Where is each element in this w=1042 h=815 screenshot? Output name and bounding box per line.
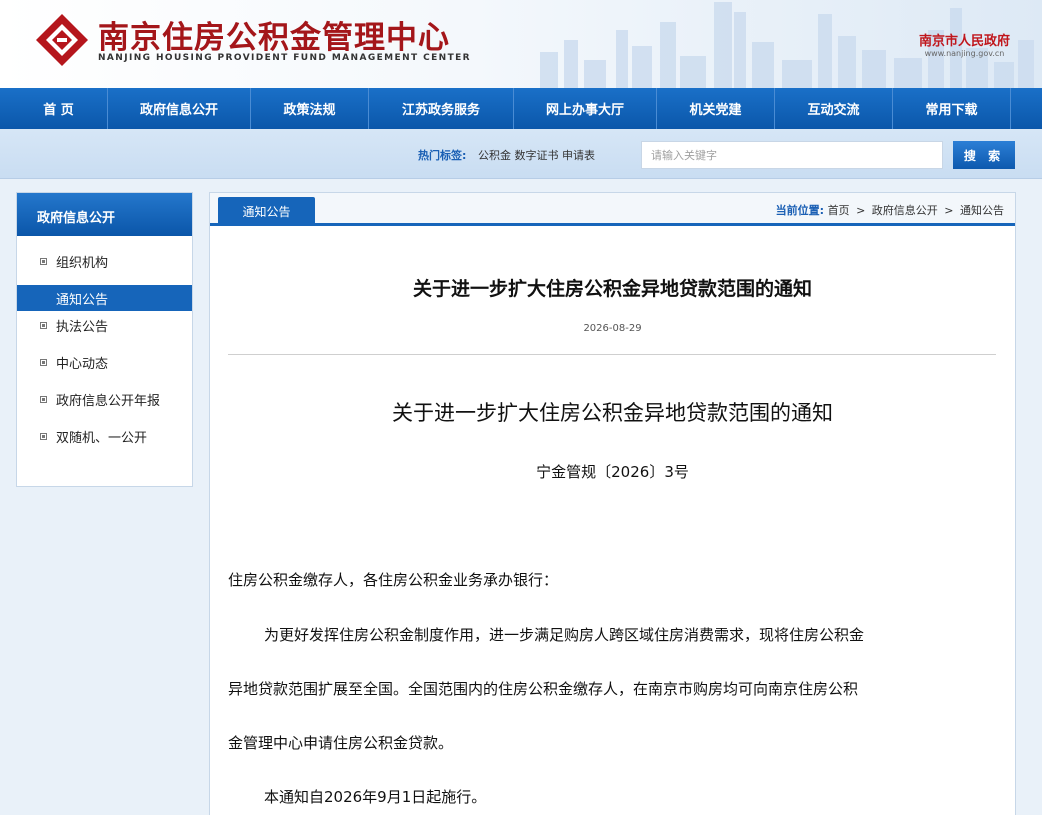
- tab-notices[interactable]: 通知公告: [218, 197, 315, 226]
- sidebar-item-enforcement[interactable]: 执法公告: [17, 312, 192, 338]
- nav-jiangsu-gov-service[interactable]: 江苏政务服务: [369, 88, 514, 129]
- nanjing-government-link[interactable]: 南京市人民政府 www.nanjing.gov.cn: [919, 30, 1010, 58]
- sidebar-item-center-news[interactable]: 中心动态: [17, 349, 192, 375]
- sidebar-item-notices[interactable]: 通知公告: [17, 285, 192, 311]
- square-bullet-icon: [40, 321, 47, 329]
- article-body-line: 为更好发挥住房公积金制度作用，进一步满足购房人跨区域住房消费需求，现将住房公积金: [264, 626, 865, 644]
- hot-tags[interactable]: 公积金 数字证书 申请表: [478, 147, 595, 163]
- breadcrumb-gov-info[interactable]: 政府信息公开: [872, 204, 938, 217]
- square-bullet-icon: [40, 257, 47, 265]
- breadcrumb-notices[interactable]: 通知公告: [960, 204, 1004, 217]
- breadcrumb-separator: >: [856, 204, 866, 217]
- breadcrumb-separator: >: [944, 204, 954, 217]
- nav-home[interactable]: 首 页: [10, 88, 108, 129]
- sidebar-title: 政府信息公开: [17, 193, 192, 236]
- search-input[interactable]: [641, 141, 943, 169]
- article-effective-date: 本通知自2026年9月1日起施行。: [264, 788, 487, 806]
- gov-name: 南京市人民政府: [918, 34, 1010, 49]
- breadcrumb-label: 当前位置:: [775, 204, 825, 217]
- document-number: 宁金管规〔2026〕3号: [536, 463, 689, 481]
- sidebar: 政府信息公开 组织机构 通知公告 执法公告 中心动态 政府信息公开年报 双随机、…: [16, 192, 193, 487]
- nav-downloads[interactable]: 常用下载: [893, 88, 1011, 129]
- article-body-line: 金管理中心申请住房公积金贷款。: [228, 734, 454, 752]
- search-button[interactable]: 搜 索: [953, 141, 1015, 169]
- sidebar-item-annual-report[interactable]: 政府信息公开年报: [17, 386, 192, 412]
- nav-interaction[interactable]: 互动交流: [775, 88, 893, 129]
- sidebar-item-label: 通知公告: [56, 292, 109, 308]
- nav-online-service-hall[interactable]: 网上办事大厅: [514, 88, 657, 129]
- site-header: 南京住房公积金管理中心 NANJING HOUSING PROVIDENT FU…: [0, 0, 1042, 88]
- article-body-line: 异地贷款范围扩展至全国。全国范围内的住房公积金缴存人，在南京市购房均可向南京住房…: [228, 680, 859, 698]
- sidebar-item-double-random[interactable]: 双随机、一公开: [17, 423, 192, 449]
- main-navigation: 首 页 政府信息公开 政策法规 江苏政务服务 网上办事大厅 机关党建 互动交流 …: [0, 88, 1042, 129]
- hot-tags-label: 热门标签:: [418, 149, 467, 162]
- breadcrumb-home[interactable]: 首页: [828, 204, 850, 217]
- article-title: 关于进一步扩大住房公积金异地贷款范围的通知: [412, 278, 812, 300]
- breadcrumb: 当前位置: 首页 > 政府信息公开 > 通知公告: [776, 202, 1004, 218]
- square-bullet-icon: [40, 395, 47, 403]
- document-title: 关于进一步扩大住房公积金异地贷款范围的通知: [392, 401, 833, 425]
- nav-party-building[interactable]: 机关党建: [657, 88, 775, 129]
- search-bar: 热门标签: 公积金 数字证书 申请表 搜 索: [0, 129, 1042, 179]
- sidebar-item-label: 中心动态: [56, 356, 109, 372]
- square-bullet-icon: [40, 358, 47, 366]
- article-date: 2026-08-29: [583, 323, 642, 334]
- nav-policies[interactable]: 政策法规: [251, 88, 369, 129]
- content-tabbar: 通知公告 当前位置: 首页 > 政府信息公开 > 通知公告: [210, 193, 1015, 226]
- sidebar-item-label: 组织机构: [56, 255, 109, 271]
- article-salutation: 住房公积金缴存人，各住房公积金业务承办银行：: [228, 571, 559, 589]
- sidebar-item-label: 执法公告: [56, 319, 109, 335]
- sidebar-item-label: 双随机、一公开: [56, 430, 148, 446]
- nanjing-hpf-logo: [36, 14, 88, 66]
- main-content: 通知公告 当前位置: 首页 > 政府信息公开 > 通知公告 关于进一步扩大住房公…: [209, 192, 1016, 815]
- sidebar-item-organization[interactable]: 组织机构: [17, 248, 192, 274]
- site-subtitle: NANJING HOUSING PROVIDENT FUND MANAGEMEN…: [98, 53, 471, 63]
- sidebar-item-label: 政府信息公开年报: [56, 393, 161, 409]
- gov-url: www.nanjing.gov.cn: [924, 49, 1005, 58]
- square-bullet-icon: [40, 432, 47, 440]
- site-title: 南京住房公积金管理中心: [98, 20, 450, 56]
- article-divider: [228, 354, 996, 355]
- nav-gov-info-public[interactable]: 政府信息公开: [108, 88, 251, 129]
